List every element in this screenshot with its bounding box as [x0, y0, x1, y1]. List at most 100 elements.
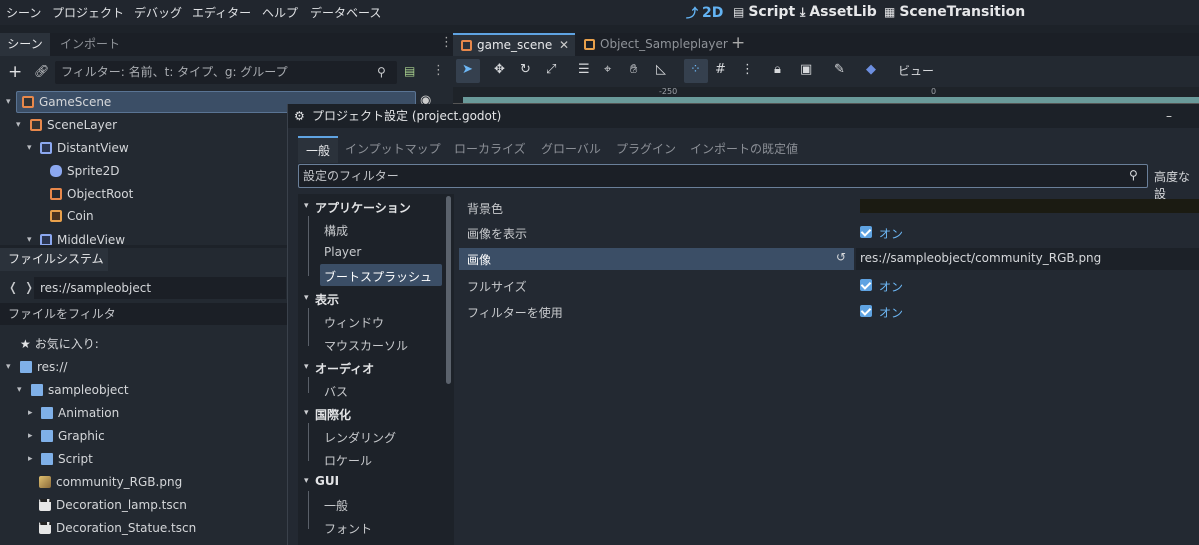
collapse-arrow-icon[interactable]: ▾ — [16, 120, 21, 130]
node-distantview[interactable]: DistantView — [40, 137, 129, 159]
category-item-player[interactable]: Player — [324, 245, 361, 259]
scene-filter-input[interactable]: フィルター: 名前、t: タイプ、g: グループ — [55, 61, 397, 84]
node-objectroot[interactable]: ObjectRoot — [50, 183, 133, 205]
smart-snap-icon[interactable]: ⁘ — [690, 62, 701, 77]
tab-globals[interactable]: グローバル — [541, 140, 601, 157]
rotate-tool-icon[interactable]: ↻ — [520, 62, 531, 77]
tab-object-sampleplayer[interactable]: Object_Sampleplayer — [584, 33, 728, 56]
category-item-fonts[interactable]: フォント — [324, 520, 372, 537]
category-item-window[interactable]: ウィンドウ — [324, 314, 384, 331]
node-sprite2d[interactable]: Sprite2D — [50, 160, 119, 182]
scale-tool-icon[interactable]: ⤢ — [546, 62, 556, 77]
tab-game-scene[interactable]: game_scene ✕ — [453, 33, 575, 56]
file-community-rgb[interactable]: community_RGB.png — [39, 471, 182, 493]
favorites-item[interactable]: ★ お気に入り: — [20, 333, 99, 355]
tab-plugins[interactable]: プラグイン — [616, 140, 676, 157]
settings-filter-input[interactable]: 設定のフィルター — [298, 164, 1148, 188]
dock-menu-icon[interactable]: ⋮ — [440, 35, 453, 50]
fullsize-checkbox[interactable] — [860, 279, 872, 291]
collapse-arrow-icon[interactable]: ▾ — [304, 362, 309, 372]
snap-options-icon[interactable]: ⋮ — [741, 62, 754, 77]
collapse-arrow-icon[interactable]: ▾ — [6, 97, 11, 107]
collapse-arrow-icon[interactable]: ▾ — [27, 235, 32, 245]
advanced-settings-toggle[interactable]: 高度な設 — [1154, 168, 1199, 202]
category-scrollbar[interactable] — [446, 196, 451, 384]
tab-filesystem[interactable]: ファイルシステム — [0, 248, 108, 271]
node-coin[interactable]: Coin — [50, 205, 94, 227]
collapse-arrow-icon[interactable]: ▾ — [27, 143, 32, 153]
expand-arrow-icon[interactable]: ▸ — [28, 408, 33, 418]
close-icon[interactable]: ✕ — [559, 35, 569, 56]
tab-scene[interactable]: シーン — [0, 33, 50, 56]
ruler-tool-icon[interactable]: ◺ — [656, 62, 666, 77]
show-image-checkbox[interactable] — [860, 226, 872, 238]
menu-database[interactable]: データベース — [310, 4, 381, 21]
select-tool-icon[interactable]: ➤ — [462, 62, 473, 77]
path-field[interactable]: res://sampleobject — [34, 277, 286, 299]
expand-arrow-icon[interactable]: ▸ — [28, 454, 33, 464]
category-display[interactable]: 表示 — [315, 291, 339, 308]
folder-graphic[interactable]: Graphic — [41, 425, 105, 447]
menu-debug[interactable]: デバッグ — [134, 4, 182, 21]
bg-color-swatch[interactable] — [860, 199, 1199, 213]
menu-editor[interactable]: エディター — [192, 4, 251, 21]
category-item-bus[interactable]: バス — [324, 383, 348, 400]
revert-icon[interactable]: ↺ — [836, 250, 846, 264]
collapse-arrow-icon[interactable]: ▾ — [304, 476, 309, 486]
collapse-arrow-icon[interactable]: ▾ — [304, 201, 309, 211]
tab-input-map[interactable]: インプットマップ — [345, 140, 441, 157]
node-scenelayer[interactable]: SceneLayer — [30, 114, 117, 136]
category-gui[interactable]: GUI — [315, 474, 339, 488]
expand-arrow-icon[interactable]: ▸ — [28, 431, 33, 441]
view-menu-button[interactable]: ビュー — [898, 62, 934, 79]
category-internationalization[interactable]: 国際化 — [315, 406, 351, 423]
folder-res[interactable]: res:// — [20, 356, 67, 378]
workspace-script-button[interactable]: ▤ Script — [733, 4, 795, 20]
lock-icon[interactable]: 🔒︎ — [774, 62, 781, 77]
collapse-arrow-icon[interactable]: ▾ — [17, 385, 22, 395]
category-item-boot-splash[interactable]: ブートスプラッシュ — [324, 268, 432, 285]
workspace-2d-button[interactable]: ⤴ 2D — [686, 4, 723, 21]
collapse-arrow-icon[interactable]: ▾ — [6, 362, 11, 372]
menu-project[interactable]: プロジェクト — [52, 4, 124, 21]
camera-override-icon[interactable]: ◆ — [866, 62, 876, 77]
tab-import-defaults[interactable]: インポートの既定値 — [690, 140, 798, 157]
folder-animation[interactable]: Animation — [41, 402, 119, 424]
menu-scene[interactable]: シーン — [6, 4, 41, 21]
workspace-assetlib-button[interactable]: ⤓ AssetLib — [800, 4, 877, 20]
category-item-common[interactable]: 一般 — [324, 497, 348, 514]
collapse-arrow-icon[interactable]: ▾ — [304, 293, 309, 303]
file-filter-input[interactable]: ファイルをフィルタ — [0, 303, 290, 325]
group-icon[interactable]: ▣ — [800, 62, 812, 77]
menu-help[interactable]: ヘルプ — [262, 4, 298, 21]
tab-import[interactable]: インポート — [60, 33, 120, 56]
add-node-icon[interactable]: + — [8, 62, 22, 82]
move-tool-icon[interactable]: ✥ — [494, 62, 505, 77]
node-gamescene[interactable]: GameScene — [22, 91, 111, 113]
category-item-config[interactable]: 構成 — [324, 222, 348, 239]
skeleton-icon[interactable]: ✎ — [834, 62, 845, 77]
tab-general[interactable]: 一般 — [298, 136, 339, 163]
attach-script-icon[interactable]: ▤ — [404, 64, 415, 78]
category-audio[interactable]: オーディオ — [315, 360, 374, 377]
node-middleview[interactable]: MiddleView — [40, 229, 125, 245]
file-decoration-lamp[interactable]: Decoration_lamp.tscn — [39, 494, 187, 516]
category-item-rendering[interactable]: レンダリング — [324, 429, 396, 446]
category-application[interactable]: アプリケーション — [315, 199, 411, 216]
pivot-tool-icon[interactable]: ⌖ — [604, 62, 611, 77]
list-select-icon[interactable]: ☰ — [578, 62, 590, 77]
add-tab-icon[interactable]: + — [731, 33, 745, 53]
category-item-locale[interactable]: ロケール — [324, 452, 372, 469]
back-icon[interactable]: ❬ — [8, 280, 18, 294]
grid-snap-icon[interactable]: # — [715, 62, 726, 77]
workspace-scenetransition-button[interactable]: ▦ SceneTransition — [884, 4, 1025, 20]
collapse-arrow-icon[interactable]: ▾ — [304, 408, 309, 418]
link-icon[interactable]: 🔗︎ — [34, 64, 49, 78]
minimize-icon[interactable]: – — [1166, 104, 1172, 128]
folder-sampleobject[interactable]: sampleobject — [31, 379, 129, 401]
folder-script[interactable]: Script — [41, 448, 93, 470]
pan-tool-icon[interactable]: ✋︎ — [630, 62, 637, 77]
tab-localization[interactable]: ローカライズ — [454, 140, 526, 157]
scene-more-icon[interactable]: ⋮ — [432, 63, 445, 78]
file-decoration-statue[interactable]: Decoration_Statue.tscn — [39, 517, 196, 539]
